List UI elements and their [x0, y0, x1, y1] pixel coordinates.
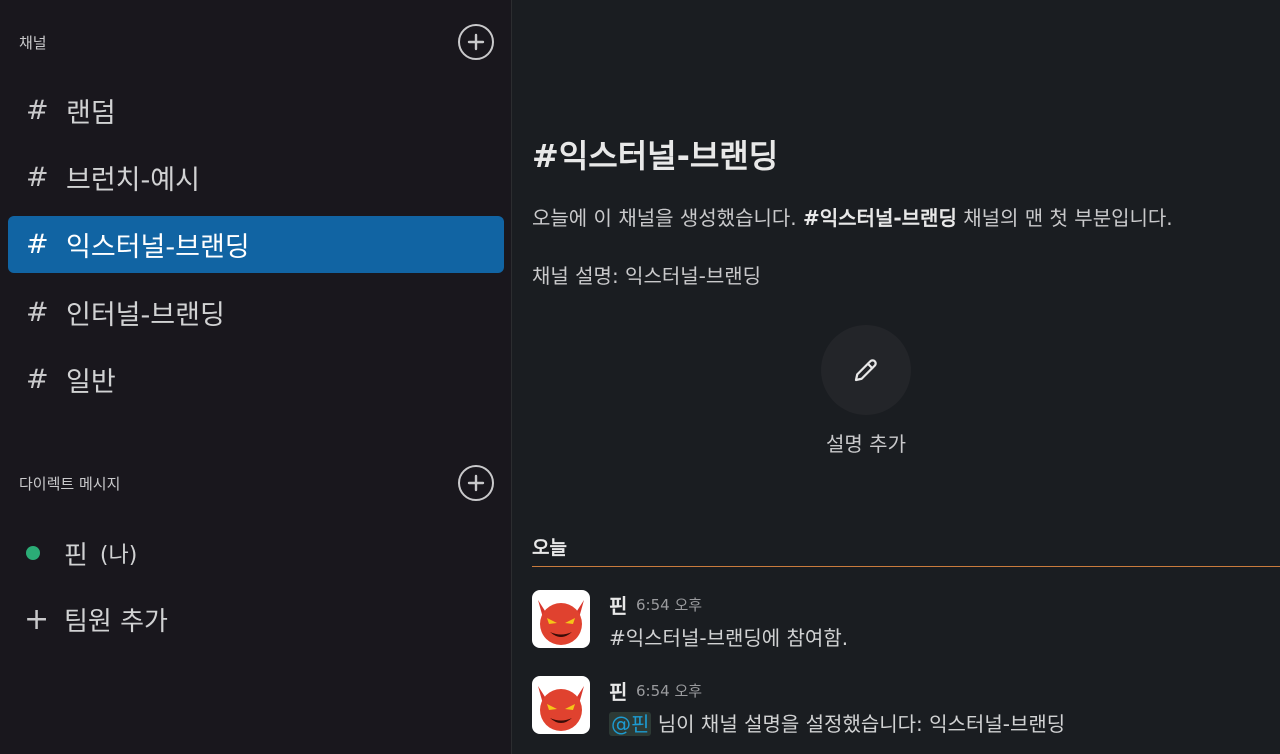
- hash-icon: #: [26, 162, 49, 193]
- message-timestamp[interactable]: 6:54 오후: [636, 680, 702, 701]
- plus-circle-icon: [467, 33, 485, 51]
- sidebar-item-general[interactable]: # 일반: [8, 351, 504, 408]
- channel-view: #익스터널-브랜딩 오늘에 이 채널을 생성했습니다. #익스터널-브랜딩 채널…: [513, 0, 1280, 754]
- day-divider-line: [532, 566, 1280, 567]
- sidebar-item-random[interactable]: # 랜덤: [8, 82, 504, 139]
- sidebar-item-label: 익스터널-브랜딩: [66, 232, 250, 263]
- hash-icon: #: [26, 95, 49, 126]
- message-text: @핀 님이 채널 설명을 설정했습니다: 익스터널-브랜딩: [609, 708, 1065, 737]
- message-text: #익스터널-브랜딩에 참여함.: [609, 626, 849, 650]
- channel-title: #익스터널-브랜딩: [532, 137, 779, 175]
- channels-section-title[interactable]: 채널: [19, 32, 47, 53]
- message-author[interactable]: 핀: [609, 590, 627, 619]
- dm-section-title[interactable]: 다이렉트 메시지: [19, 473, 120, 494]
- dm-self-suffix: (나): [99, 543, 138, 568]
- intro-suffix: 채널의 맨 첫 부분입니다.: [963, 206, 1173, 230]
- message: 핀 6:54 오후 @핀 님이 채널 설명을 설정했습니다: 익스터널-브랜딩: [532, 676, 1272, 740]
- sidebar-item-label: 인터널-브랜딩: [66, 300, 225, 331]
- hash-icon: #: [26, 229, 49, 260]
- online-status-dot: [26, 546, 40, 560]
- sidebar-item-label: 브런치-예시: [66, 165, 200, 196]
- sidebar-item-label: 일반: [66, 367, 116, 398]
- plus-circle-icon: [467, 474, 485, 492]
- hash-icon: #: [26, 297, 49, 328]
- intro-prefix: 오늘에 이 채널을 생성했습니다.: [532, 206, 797, 230]
- avatar[interactable]: [532, 676, 590, 734]
- sidebar: 채널 # 랜덤 # 브런치-예시 # 익스터널-브랜딩 # 인터널-브랜딩 # …: [0, 0, 512, 754]
- add-channel-button[interactable]: [458, 24, 494, 60]
- message: 핀 6:54 오후 #익스터널-브랜딩에 참여함.: [532, 590, 1272, 654]
- message-body: 님이 채널 설명을 설정했습니다: 익스터널-브랜딩: [657, 712, 1066, 736]
- plus-icon: +: [24, 601, 50, 637]
- dm-name: 핀: [64, 540, 88, 571]
- intro-channel-name[interactable]: #익스터널-브랜딩: [803, 206, 957, 230]
- devil-face-icon: [538, 686, 584, 731]
- message-author[interactable]: 핀: [609, 676, 627, 705]
- avatar[interactable]: [532, 590, 590, 648]
- message-timestamp[interactable]: 6:54 오후: [636, 594, 702, 615]
- sidebar-item-branch-example[interactable]: # 브런치-예시: [8, 149, 504, 206]
- pencil-icon: [854, 359, 877, 382]
- sidebar-dm-self[interactable]: 핀 (나): [26, 528, 137, 578]
- add-dm-button[interactable]: [458, 465, 494, 501]
- add-member-label: 팀원 추가: [64, 606, 168, 637]
- channels-section-header: 채널: [19, 22, 494, 62]
- channel-description: 채널 설명: 익스터널-브랜딩: [532, 264, 762, 288]
- hash-icon: #: [26, 364, 49, 395]
- dm-section-header: 다이렉트 메시지: [19, 463, 494, 503]
- user-mention[interactable]: @핀: [609, 712, 652, 736]
- sidebar-item-internal-branding[interactable]: # 인터널-브랜딩: [8, 284, 504, 341]
- sidebar-item-external-branding[interactable]: # 익스터널-브랜딩: [8, 216, 504, 273]
- channel-intro: 오늘에 이 채널을 생성했습니다. #익스터널-브랜딩 채널의 맨 첫 부분입니…: [532, 202, 1173, 231]
- add-description-label[interactable]: 설명 추가: [783, 428, 949, 457]
- devil-face-icon: [538, 600, 584, 645]
- day-divider-label: 오늘: [532, 537, 567, 559]
- add-member-button[interactable]: + 팀원 추가: [24, 594, 168, 644]
- sidebar-item-label: 랜덤: [66, 98, 116, 129]
- edit-description-button[interactable]: [821, 325, 911, 415]
